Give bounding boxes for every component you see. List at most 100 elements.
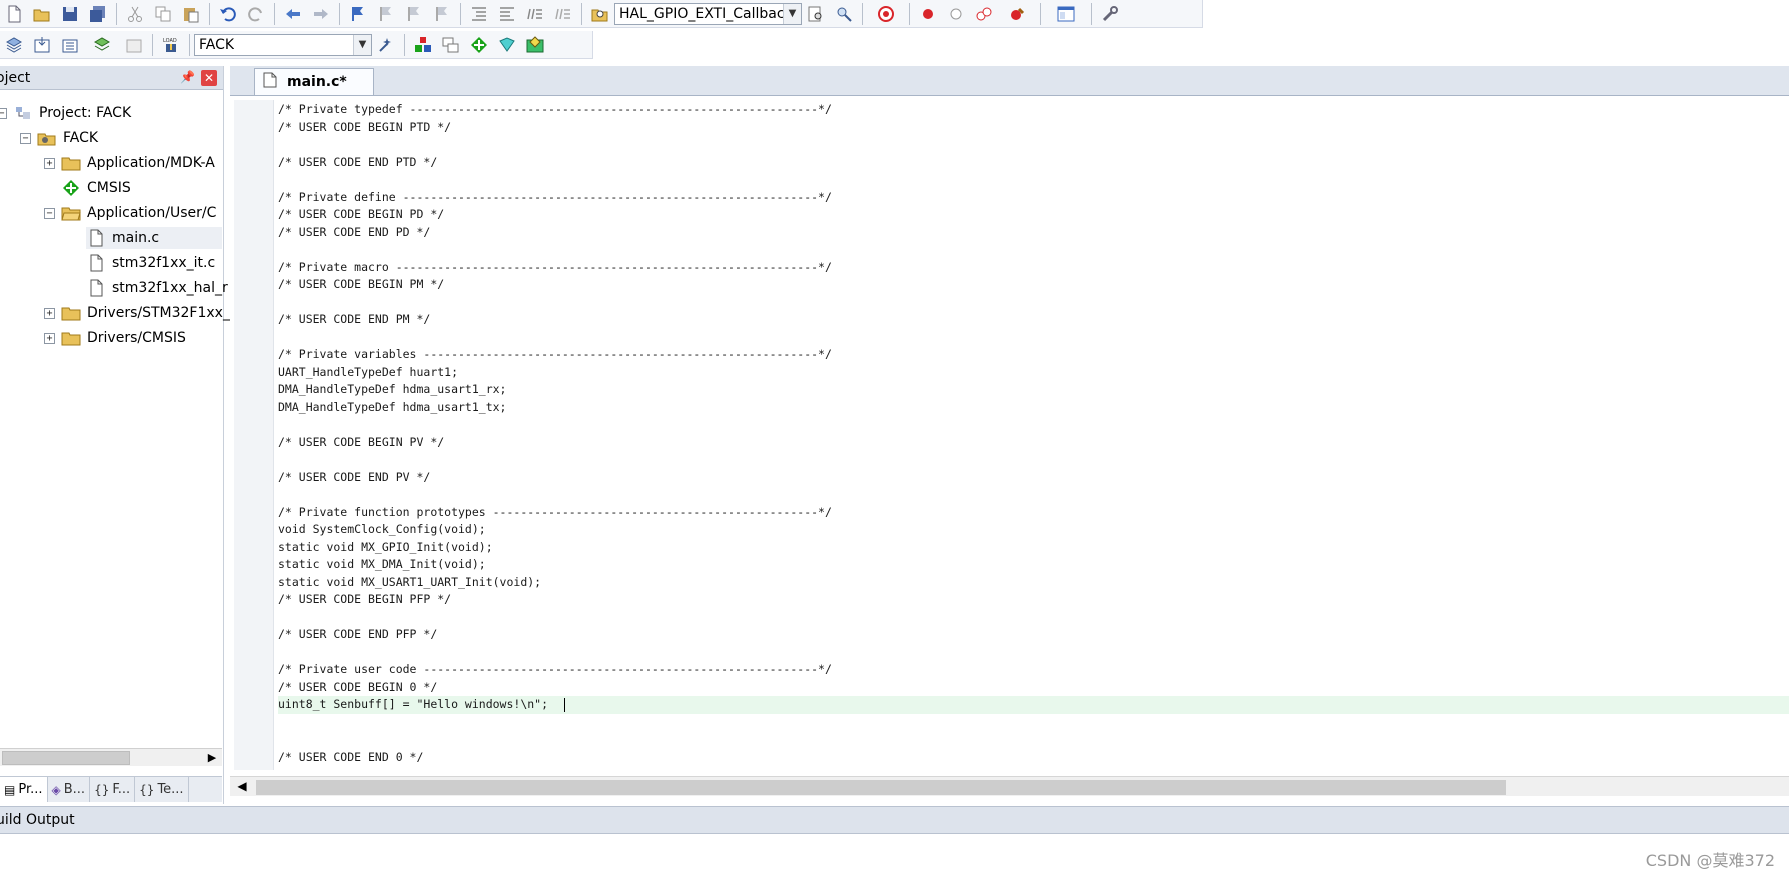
code-line[interactable]	[278, 416, 1789, 434]
code-line[interactable]	[278, 731, 1789, 749]
tree-item-file[interactable]: stm32f1xx_hal_r	[86, 277, 228, 299]
expand-icon[interactable]: +	[44, 157, 55, 169]
code-line[interactable]: /* USER CODE BEGIN PD */	[278, 206, 1789, 224]
code-line[interactable]	[278, 171, 1789, 189]
code-line[interactable]: DMA_HandleTypeDef hdma_usart1_tx;	[278, 399, 1789, 417]
close-icon[interactable]: ✕	[201, 70, 217, 86]
incremental-find-icon[interactable]	[831, 1, 857, 27]
scrollbar-thumb[interactable]	[256, 780, 1506, 795]
chevron-down-icon[interactable]: ▼	[353, 34, 371, 55]
open-file-icon[interactable]	[29, 1, 55, 27]
copy-icon[interactable]	[150, 1, 176, 27]
tree-item-group[interactable]: − Application/User/C	[44, 202, 216, 224]
code-line[interactable]: uint8_t Senbuff[] = "Hello windows!\n";	[278, 696, 1789, 714]
code-line[interactable]: /* USER CODE END PV */	[278, 469, 1789, 487]
save-all-icon[interactable]	[85, 1, 111, 27]
code-line[interactable]	[278, 644, 1789, 662]
code-line[interactable]	[278, 486, 1789, 504]
code-line[interactable]: DMA_HandleTypeDef hdma_usart1_rx;	[278, 381, 1789, 399]
build-icon[interactable]	[29, 32, 55, 58]
new-file-icon[interactable]	[1, 1, 27, 27]
code-line[interactable]	[278, 241, 1789, 259]
tree-item-target[interactable]: − FACK	[20, 127, 98, 149]
undo-icon[interactable]	[215, 1, 241, 27]
cut-icon[interactable]	[122, 1, 148, 27]
download-icon[interactable]: LOAD	[158, 32, 184, 58]
code-line[interactable]	[278, 136, 1789, 154]
tab-templates[interactable]: {} Te...	[135, 777, 189, 802]
code-line[interactable]	[278, 329, 1789, 347]
tree-item-group[interactable]: + Drivers/STM32F1xx_	[44, 302, 230, 324]
code-line[interactable]: /* USER CODE BEGIN PM */	[278, 276, 1789, 294]
tree-item-cmsis[interactable]: CMSIS	[61, 177, 131, 199]
code-line[interactable]: static void MX_USART1_UART_Init(void);	[278, 574, 1789, 592]
code-line[interactable]: /* Private macro -----------------------…	[278, 259, 1789, 277]
window-layout-icon[interactable]	[1046, 1, 1086, 27]
code-line[interactable]: /* Private typedef ---------------------…	[278, 101, 1789, 119]
expand-icon[interactable]: +	[44, 332, 55, 344]
target-combo[interactable]: FACK ▼	[194, 33, 372, 56]
target-options-icon[interactable]	[373, 32, 399, 58]
code-line[interactable]: void SystemClock_Config(void);	[278, 521, 1789, 539]
rebuild-icon[interactable]	[57, 32, 83, 58]
code-line[interactable]: /* USER CODE END 0 */	[278, 749, 1789, 767]
run-time-environment-icon[interactable]	[522, 32, 548, 58]
editor-gutter[interactable]	[234, 100, 274, 770]
prev-bookmark-icon[interactable]	[373, 1, 399, 27]
unindent-icon[interactable]	[494, 1, 520, 27]
uncomment-icon[interactable]	[550, 1, 576, 27]
code-view[interactable]: /* Private typedef ---------------------…	[278, 101, 1789, 766]
tree-item-group[interactable]: + Drivers/CMSIS	[44, 327, 186, 349]
tree-item-file[interactable]: stm32f1xx_it.c	[86, 252, 215, 274]
select-software-packs-icon[interactable]	[494, 32, 520, 58]
expand-icon[interactable]: +	[44, 307, 55, 319]
manage-components-icon[interactable]	[410, 32, 436, 58]
pack-installer-icon[interactable]	[466, 32, 492, 58]
code-line[interactable]: /* USER CODE END PFP */	[278, 626, 1789, 644]
code-line[interactable]: static void MX_DMA_Init(void);	[278, 556, 1789, 574]
code-line[interactable]	[278, 714, 1789, 732]
code-line[interactable]: static void MX_GPIO_Init(void);	[278, 539, 1789, 557]
stop-build-icon[interactable]	[121, 32, 147, 58]
tab-functions[interactable]: {} F...	[90, 777, 136, 802]
bookmark-icon[interactable]	[345, 1, 371, 27]
insert-breakpoint-icon[interactable]	[915, 1, 941, 27]
collapse-icon[interactable]: −	[44, 207, 55, 219]
kill-breakpoints-icon[interactable]	[999, 1, 1035, 27]
code-line[interactable]	[278, 294, 1789, 312]
editor-hscrollbar[interactable]: ◀	[230, 776, 1789, 796]
code-line[interactable]: /* Private variables -------------------…	[278, 346, 1789, 364]
chevron-down-icon[interactable]: ▼	[783, 3, 801, 24]
debug-session-icon[interactable]	[868, 1, 904, 27]
find-icon[interactable]	[803, 1, 829, 27]
tab-books[interactable]: ◈ B...	[48, 777, 91, 802]
enable-breakpoint-icon[interactable]	[943, 1, 969, 27]
project-panel-hscrollbar[interactable]: ▶	[0, 748, 222, 766]
code-line[interactable]: /* USER CODE BEGIN PFP */	[278, 591, 1789, 609]
code-line[interactable]: /* Private user code -------------------…	[278, 661, 1789, 679]
paste-icon[interactable]	[178, 1, 204, 27]
navigate-back-icon[interactable]	[280, 1, 306, 27]
find-in-files-icon[interactable]	[587, 1, 613, 27]
navigate-forward-icon[interactable]	[308, 1, 334, 27]
code-line[interactable]: /* Private define ----------------------…	[278, 189, 1789, 207]
collapse-icon[interactable]: −	[20, 132, 31, 144]
next-bookmark-icon[interactable]	[401, 1, 427, 27]
code-line[interactable]: UART_HandleTypeDef huart1;	[278, 364, 1789, 382]
collapse-icon[interactable]: −	[0, 107, 7, 119]
scroll-right-icon[interactable]: ▶	[204, 750, 220, 766]
code-line[interactable]: /* USER CODE END PM */	[278, 311, 1789, 329]
save-icon[interactable]	[57, 1, 83, 27]
configure-icon[interactable]	[1097, 1, 1123, 27]
code-line[interactable]: /* Private function prototypes ---------…	[278, 504, 1789, 522]
pin-icon[interactable]: 📌	[180, 70, 195, 84]
scrollbar-thumb[interactable]	[2, 751, 130, 765]
scroll-left-icon[interactable]: ◀	[234, 779, 250, 793]
tab-project[interactable]: ▤ Pr...	[0, 777, 48, 802]
function-combo[interactable]: HAL_GPIO_EXTI_Callback ▼	[614, 2, 802, 25]
tree-item-group[interactable]: + Application/MDK-A	[44, 152, 215, 174]
batch-build-icon[interactable]	[85, 32, 119, 58]
translate-icon[interactable]	[1, 32, 27, 58]
comment-icon[interactable]	[522, 1, 548, 27]
tree-item-file-main[interactable]: main.c	[86, 227, 222, 249]
